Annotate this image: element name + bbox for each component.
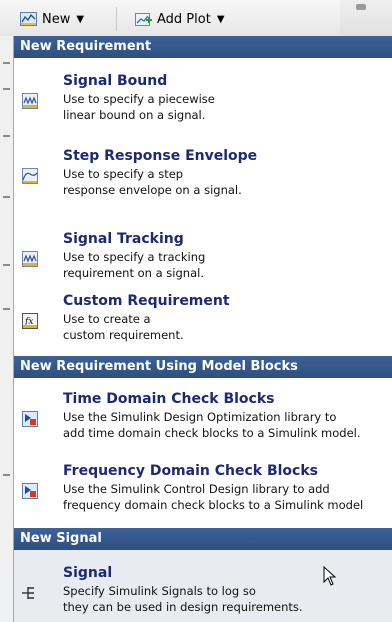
menu-item-description: Use to specify a tracking requirement on… [63,250,206,280]
edge-mark [3,196,10,198]
chevron-down-icon: ▼ [216,13,225,25]
step-response-icon [22,168,38,184]
chevron-down-icon: ▼ [76,13,85,25]
menu-item-frequency-domain-check-blocks[interactable]: Frequency Domain Check Blocks Use the Si… [14,462,392,516]
menu-item-description: Use the Simulink Control Design library … [63,482,364,512]
menu-item-description: Specify Simulink Signals to log so they … [63,584,303,614]
edge-mark [3,88,10,90]
menu-item-custom-requirement[interactable]: Custom Requirement Use to create a custo… [14,292,392,346]
menu-item-description: Use the Simulink Design Optimization lib… [63,410,361,440]
edge-mark [3,135,10,137]
grip-icon [356,4,366,10]
new-dropdown-menu: New Requirement Signal Bound Use to spec… [13,36,392,622]
menu-item-title: Signal [63,565,113,581]
signal-bound-icon [22,93,38,109]
edge-mark [3,62,10,64]
add-plot-button[interactable]: Add Plot ▼ [135,8,225,30]
menu-item-title: Frequency Domain Check Blocks [63,463,318,479]
section-header-new-requirement: New Requirement [14,36,392,58]
new-requirement-icon [20,12,37,26]
edge-mark [3,474,10,476]
add-plot-label: Add Plot [157,11,211,27]
menu-item-signal[interactable]: Signal Specify Simulink Signals to log s… [14,550,392,622]
mouse-cursor-icon [323,566,337,586]
toolbar-separator [116,7,117,31]
signal-tracking-icon [22,251,38,267]
menu-item-description: Use to specify a step response envelope … [63,167,242,197]
new-button-label: New [42,11,71,27]
signal-icon [22,587,34,599]
menu-item-step-response-envelope[interactable]: Step Response Envelope Use to specify a … [14,147,392,201]
toolbar: New ▼ Add Plot ▼ [0,0,392,37]
menu-item-description: Use to specify a piecewise linear bound … [63,92,215,122]
menu-item-title: Custom Requirement [63,293,230,309]
edge-mark [3,264,10,266]
toolbar-overflow [340,0,392,36]
menu-item-description: Use to create a custom requirement. [63,312,184,342]
add-plot-icon [135,13,152,26]
menu-item-signal-tracking[interactable]: Signal Tracking Use to specify a trackin… [14,230,392,284]
menu-item-title: Time Domain Check Blocks [63,391,275,407]
background-panel-edge [0,36,13,622]
new-button[interactable]: New ▼ [20,8,84,30]
menu-item-time-domain-check-blocks[interactable]: Time Domain Check Blocks Use the Simulin… [14,390,392,444]
simulink-block-icon [22,483,38,499]
menu-item-signal-bound[interactable]: Signal Bound Use to specify a piecewise … [14,72,392,126]
simulink-block-icon [22,411,38,427]
menu-item-title: Step Response Envelope [63,148,258,164]
section-header-model-blocks: New Requirement Using Model Blocks [14,356,392,378]
custom-requirement-icon: fx [22,313,38,329]
menu-item-title: Signal Bound [63,73,168,89]
section-header-new-signal: New Signal [14,528,392,550]
edge-mark [3,308,10,310]
menu-item-title: Signal Tracking [63,231,184,247]
